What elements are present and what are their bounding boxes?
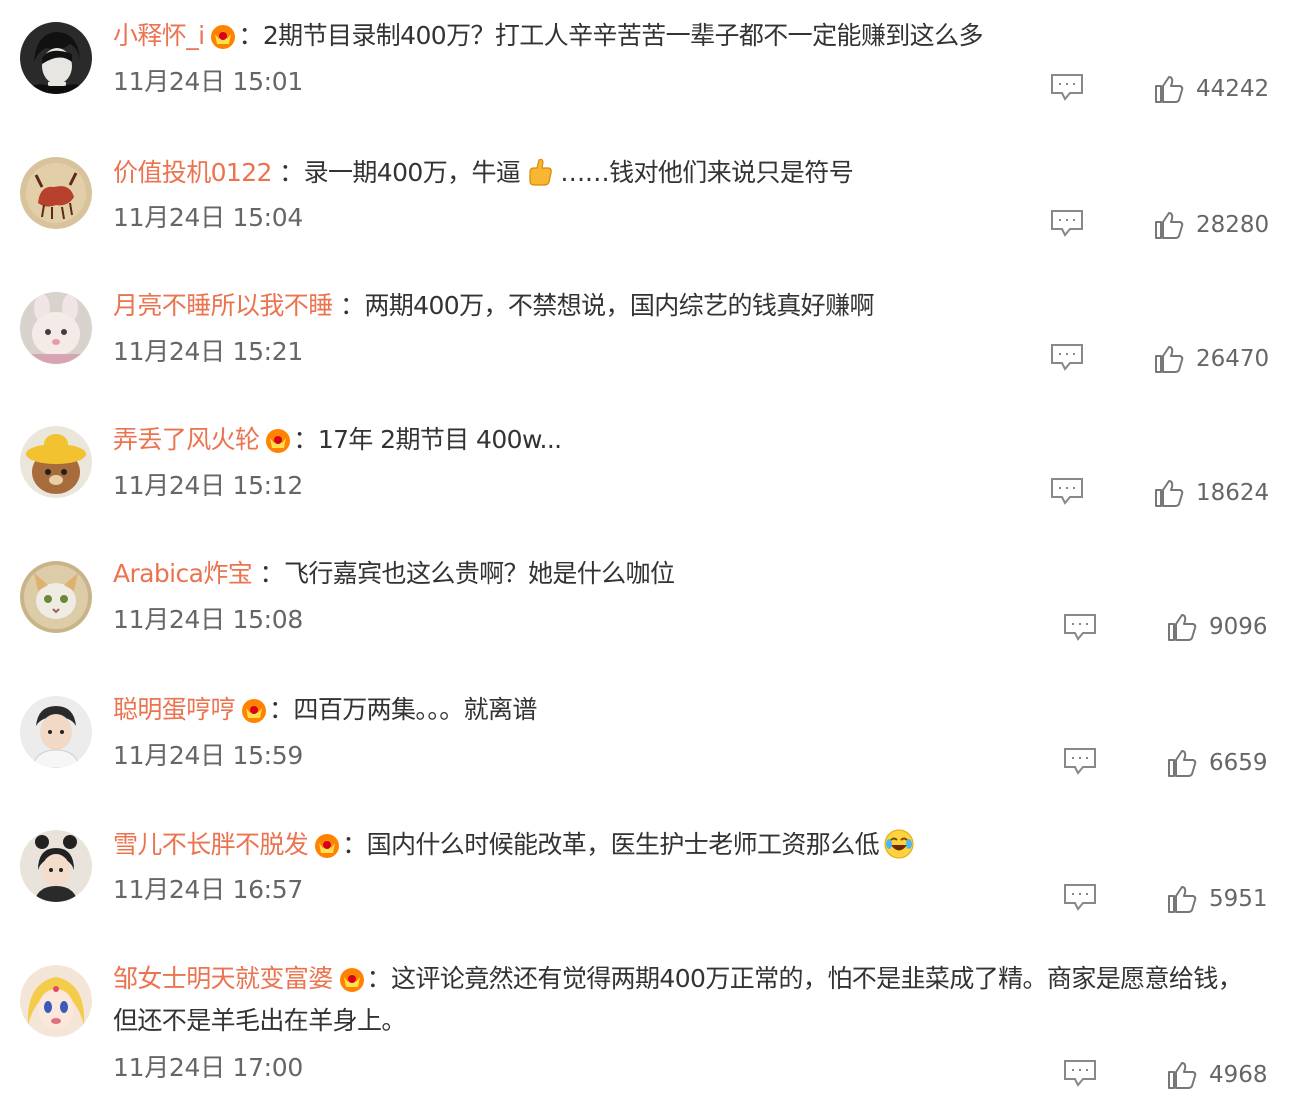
colon-separator: ：: [293, 425, 318, 454]
vip-crown-badge-icon: [339, 968, 364, 992]
colon-separator: ：: [342, 830, 367, 859]
comment-timestamp: 11月24日 15:04: [113, 203, 304, 232]
comment-text: 国内什么时候能改革，医生护士老师工资那么低: [366, 830, 880, 859]
like-count: 9096: [1209, 614, 1268, 640]
like-button[interactable]: 5951: [1167, 883, 1268, 915]
user-avatar[interactable]: [20, 696, 92, 768]
comment-text: 2期节目录制400万？打工人辛辛苦苦一辈子都不一定能赚到这么多: [262, 21, 984, 50]
comment-text: 飞行嘉宾也这么贵啊？她是什么咖位: [283, 559, 675, 588]
comment-timestamp: 11月24日 15:12: [113, 471, 304, 500]
comment-reply-icon[interactable]: [1063, 747, 1097, 775]
comment-timestamp: 11月24日 16:57: [113, 875, 304, 904]
like-button[interactable]: 44242: [1154, 73, 1269, 105]
like-button[interactable]: 18624: [1154, 477, 1269, 509]
user-avatar[interactable]: [20, 292, 92, 364]
user-avatar[interactable]: [20, 426, 92, 498]
thumbs-up-like-icon: [1168, 886, 1197, 913]
colon-separator: ：: [238, 21, 263, 50]
comment-text: 录一期400万，牛逼: [303, 158, 521, 187]
comment-reply-icon[interactable]: [1063, 883, 1097, 911]
comment-reply-icon[interactable]: [1050, 343, 1084, 371]
colon-separator: ：: [269, 695, 294, 724]
vip-crown-badge-icon: [211, 25, 236, 49]
colon-separator: ：: [252, 559, 285, 588]
username-link[interactable]: 价值投机0122: [113, 158, 272, 187]
comment-timestamp: 11月24日 15:01: [113, 67, 304, 96]
thumbs-up-like-icon: [1155, 212, 1184, 239]
username-link[interactable]: 雪儿不长胖不脱发: [113, 830, 309, 859]
user-avatar[interactable]: [20, 157, 92, 229]
username-link[interactable]: 邹女士明天就变富婆: [113, 964, 333, 993]
thumbs-up-like-icon: [1168, 1062, 1197, 1089]
user-avatar[interactable]: [20, 830, 92, 902]
like-count: 4968: [1209, 1062, 1268, 1088]
comment-reply-icon[interactable]: [1050, 477, 1084, 505]
thumbs-up-like-icon: [1155, 346, 1184, 373]
comment-text: 四百万两集。。。就离谱: [293, 695, 537, 724]
user-avatar[interactable]: [20, 22, 92, 94]
comment-timestamp: 11月24日 17:00: [113, 1053, 304, 1082]
comment-timestamp: 11月24日 15:21: [113, 337, 304, 366]
like-count: 26470: [1196, 346, 1270, 372]
like-count: 5951: [1209, 886, 1268, 912]
like-button[interactable]: 9096: [1167, 611, 1268, 643]
colon-separator: ：: [271, 158, 304, 187]
comment-timestamp: 11月24日 15:59: [113, 741, 304, 770]
comment-text: 这评论竟然还有觉得两期400万正常的，怕不是韭菜成了精。商家是愿意给钱，: [391, 964, 1243, 993]
like-count: 18624: [1196, 480, 1270, 506]
comment-reply-icon[interactable]: [1063, 1059, 1097, 1087]
colon-separator: ：: [332, 291, 365, 320]
user-avatar[interactable]: [20, 965, 92, 1037]
like-count: 44242: [1196, 76, 1270, 102]
colon-separator: ：: [366, 964, 392, 993]
vip-crown-badge-icon: [242, 699, 267, 723]
comment-text: 两期400万，不禁想说，国内综艺的钱真好赚啊: [364, 291, 874, 320]
comment-text-continued: 但还不是羊毛出在羊身上。: [113, 1006, 406, 1035]
comment-reply-icon[interactable]: [1063, 613, 1097, 641]
comment-timestamp: 11月24日 15:08: [113, 605, 304, 634]
thumbs-up-like-icon: [1155, 76, 1184, 103]
username-link[interactable]: 弄丢了风火轮: [113, 425, 260, 454]
thumbs-up-like-icon: [1168, 750, 1197, 777]
comment-text-after-emoji: ……钱对他们来说只是符号: [560, 158, 854, 187]
user-avatar[interactable]: [20, 561, 92, 633]
username-link[interactable]: Arabica炸宝: [113, 559, 253, 588]
vip-crown-badge-icon: [315, 834, 340, 858]
like-count: 6659: [1209, 750, 1268, 776]
like-button[interactable]: 28280: [1154, 209, 1269, 241]
like-button[interactable]: 6659: [1167, 747, 1268, 779]
comment-reply-icon[interactable]: [1050, 73, 1084, 101]
thumbs-up-like-icon: [1155, 480, 1184, 507]
vip-crown-badge-icon: [266, 429, 291, 453]
like-button[interactable]: 4968: [1167, 1059, 1268, 1091]
comment-text: 17年 2期节目 400w...: [317, 425, 562, 454]
thumbs-up-emoji: [529, 158, 553, 186]
comment-reply-icon[interactable]: [1050, 209, 1084, 237]
username-link[interactable]: 小释怀_i: [113, 21, 205, 50]
like-count: 28280: [1196, 212, 1270, 238]
username-link[interactable]: 聪明蛋哼哼: [113, 695, 236, 724]
laugh-cry-emoji: [884, 829, 914, 859]
like-button[interactable]: 26470: [1154, 343, 1269, 375]
username-link[interactable]: 月亮不睡所以我不睡: [113, 291, 333, 320]
thumbs-up-like-icon: [1168, 614, 1197, 641]
